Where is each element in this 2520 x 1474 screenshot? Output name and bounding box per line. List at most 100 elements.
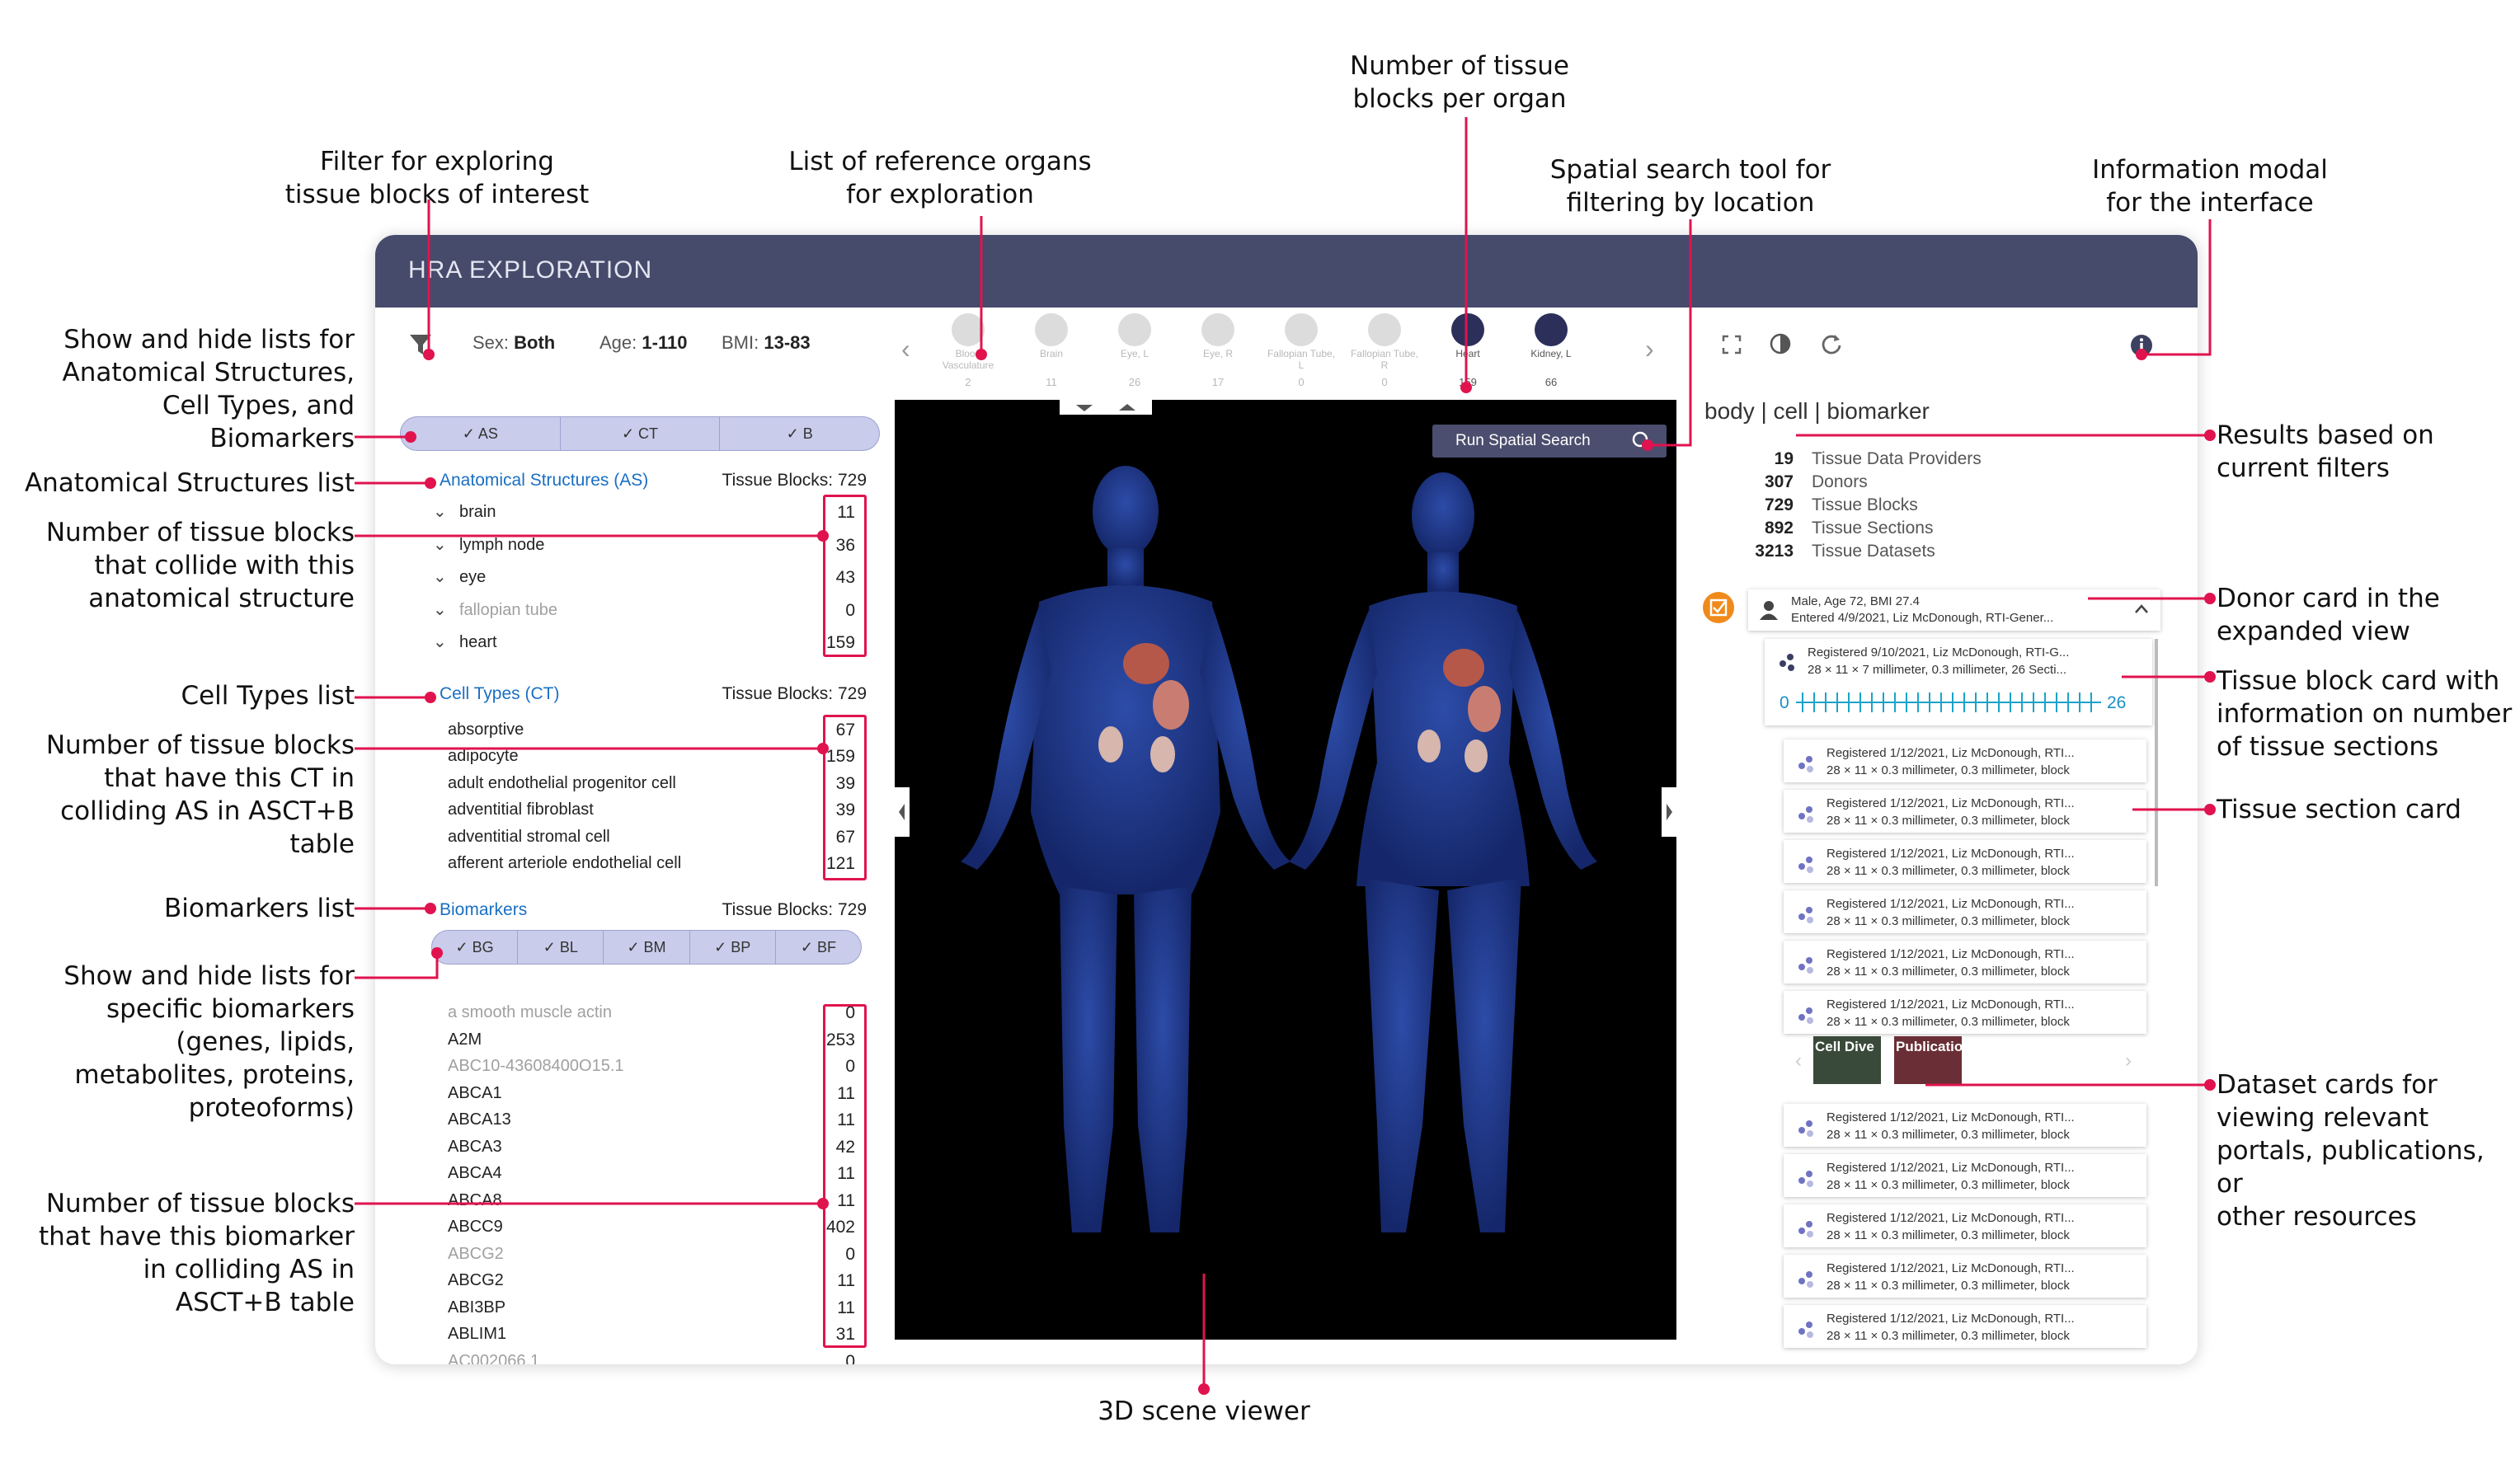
toggle-bl[interactable]: ✓ BL <box>518 931 604 964</box>
tissue-section-card[interactable]: Registered 1/12/2021, Liz McDonough, RTI… <box>1784 1104 2146 1147</box>
ct-item[interactable]: adventitial stromal cell <box>448 828 610 847</box>
expand-chevron-icon[interactable]: ⌄ <box>433 534 447 555</box>
organ-0[interactable]: Blood Vasculature 2 <box>931 313 1005 388</box>
toggle-bg[interactable]: ✓ BG <box>432 931 519 964</box>
tissue-section-card[interactable]: Registered 1/12/2021, Liz McDonough, RTI… <box>1784 739 2146 782</box>
tissue-section-card[interactable]: Registered 1/12/2021, Liz McDonough, RTI… <box>1784 890 2146 933</box>
tissue-section-icon <box>1798 1006 1817 1024</box>
donor-select-checkbox[interactable] <box>1703 592 1734 623</box>
expand-chevron-icon[interactable]: ⌄ <box>433 631 447 652</box>
run-spatial-search-button[interactable]: Run Spatial Search <box>1432 425 1667 458</box>
toggle-bm[interactable]: ✓ BM <box>604 931 690 964</box>
tissue-block-card[interactable]: Registered 9/10/2021, Liz McDonough, RTI… <box>1765 639 2152 725</box>
ct-item[interactable]: afferent arteriole endothelial cell <box>448 854 681 873</box>
section-registration: Registered 1/12/2021, Liz McDonough, RTI… <box>1827 897 2075 911</box>
results-scrollbar[interactable] <box>2155 639 2158 886</box>
tissue-section-card[interactable]: Registered 1/12/2021, Liz McDonough, RTI… <box>1784 941 2146 983</box>
tissue-section-card[interactable]: Registered 1/12/2021, Liz McDonough, RTI… <box>1784 1255 2146 1298</box>
bmi-filter[interactable]: BMI: 13-83 <box>722 332 811 354</box>
ct-item[interactable]: adult endothelial progenitor cell <box>448 774 676 793</box>
as-item[interactable]: fallopian tube <box>459 601 557 620</box>
age-filter[interactable]: Age: 1-110 <box>599 332 687 354</box>
toggle-as[interactable]: ✓ AS <box>401 417 561 450</box>
bm-count-highlight <box>823 1004 867 1348</box>
info-icon[interactable] <box>2130 334 2153 357</box>
bm-item[interactable]: AC002066.1 <box>448 1352 539 1365</box>
organ-3[interactable]: Eye, R 17 <box>1181 313 1255 388</box>
bm-item[interactable]: ABCC9 <box>448 1218 503 1237</box>
as-item[interactable]: brain <box>459 503 496 522</box>
expand-chevron-icon[interactable]: ⌄ <box>433 566 447 587</box>
section-registration: Registered 1/12/2021, Liz McDonough, RTI… <box>1827 998 2075 1012</box>
tissue-section-card[interactable]: Registered 1/12/2021, Liz McDonough, RTI… <box>1784 991 2146 1034</box>
tissue-section-card[interactable]: Registered 1/12/2021, Liz McDonough, RTI… <box>1784 1305 2146 1348</box>
toggle-bp[interactable]: ✓ BP <box>690 931 776 964</box>
bm-item[interactable]: A2M <box>448 1030 482 1049</box>
bm-item[interactable]: ABCA13 <box>448 1110 511 1129</box>
organ-1[interactable]: Brain 11 <box>1014 313 1088 388</box>
tissue-section-card[interactable]: Registered 1/12/2021, Liz McDonough, RTI… <box>1784 790 2146 833</box>
dataset-prev-chevron-icon[interactable]: ‹ <box>1795 1049 1802 1073</box>
tissue-section-card[interactable]: Registered 1/12/2021, Liz McDonough, RTI… <box>1784 1204 2146 1247</box>
bm-item[interactable]: ABCG2 <box>448 1245 504 1264</box>
tissue-section-card[interactable]: Registered 1/12/2021, Liz McDonough, RTI… <box>1784 1154 2146 1197</box>
bm-item[interactable]: ABCA4 <box>448 1164 502 1183</box>
organ-4[interactable]: Fallopian Tube, L 0 <box>1264 313 1338 388</box>
organ-2[interactable]: Eye, L 26 <box>1098 313 1172 388</box>
as-section-title[interactable]: Anatomical Structures (AS) <box>440 471 648 491</box>
stat-count: 892 <box>1764 519 1794 537</box>
filter-icon[interactable] <box>408 332 433 357</box>
section-dimensions: 28 × 11 × 0.3 millimeter, 0.3 millimeter… <box>1827 864 2070 878</box>
tissue-section-icon <box>1798 805 1817 823</box>
annotation-tissue-block: Tissue block card with information on nu… <box>2217 666 2513 762</box>
organ-5[interactable]: Fallopian Tube, R 0 <box>1347 313 1422 388</box>
ct-item[interactable]: adventitial fibroblast <box>448 800 594 819</box>
biomarker-type-toggle[interactable]: ✓ BG ✓ BL ✓ BM ✓ BP ✓ BF <box>431 930 862 965</box>
theme-toggle-icon[interactable] <box>1769 332 1792 355</box>
bm-item[interactable]: ABCA8 <box>448 1191 502 1210</box>
as-item[interactable]: eye <box>459 568 486 587</box>
dataset-card-publication[interactable]: Publication <box>1894 1036 1972 1084</box>
bm-item[interactable]: ABI3BP <box>448 1298 505 1317</box>
organ-block-count: 66 <box>1544 376 1558 388</box>
results-tabs[interactable]: body | cell | biomarker <box>1704 398 1930 425</box>
bm-item-count: 0 <box>845 1351 855 1365</box>
bm-section-title[interactable]: Biomarkers <box>440 900 527 920</box>
collapse-chevron-icon[interactable] <box>2134 603 2149 614</box>
ct-section-title[interactable]: Cell Types (CT) <box>440 684 559 704</box>
toggle-bf[interactable]: ✓ BF <box>776 931 861 964</box>
donor-card[interactable]: Male, Age 72, BMI 27.4 Entered 4/9/2021,… <box>1748 589 2160 631</box>
as-item[interactable]: lymph node <box>459 536 544 555</box>
bm-item[interactable]: ABCA1 <box>448 1084 502 1103</box>
dataset-card-cell-dive[interactable]: Cell Dive <box>1813 1036 1881 1084</box>
bm-item[interactable]: ABC10-43608400O15.1 <box>448 1057 624 1076</box>
bm-item[interactable]: ABCA3 <box>448 1138 502 1157</box>
scene-viewer[interactable] <box>895 400 1676 1340</box>
organ-6[interactable]: Heart 159 <box>1431 313 1505 388</box>
bm-item[interactable]: a smooth muscle actin <box>448 1003 612 1022</box>
ct-item[interactable]: adipocyte <box>448 747 519 766</box>
reset-icon[interactable] <box>1820 332 1843 355</box>
section-registration: Registered 1/12/2021, Liz McDonough, RTI… <box>1827 1110 2075 1124</box>
expand-chevron-icon[interactable]: ⌄ <box>433 501 447 522</box>
organ-7[interactable]: Kidney, L 66 <box>1514 313 1588 388</box>
sex-filter[interactable]: Sex: Both <box>472 332 555 354</box>
toggle-b[interactable]: ✓ B <box>720 417 879 450</box>
organs-next-chevron-icon[interactable]: › <box>1645 334 1654 364</box>
organ-icon <box>1535 313 1568 346</box>
bm-item[interactable]: ABCG2 <box>448 1271 504 1290</box>
expand-chevron-icon[interactable]: ⌄ <box>433 599 447 620</box>
fullscreen-icon[interactable] <box>1721 334 1742 355</box>
as-item[interactable]: heart <box>459 633 497 652</box>
stat-label: Tissue Datasets <box>1812 542 1935 561</box>
annotation-dataset-cards: Dataset cards for viewing relevant porta… <box>2217 1070 2485 1232</box>
tissue-section-card[interactable]: Registered 1/12/2021, Liz McDonough, RTI… <box>1784 840 2146 883</box>
section-timeline[interactable] <box>1796 690 2101 715</box>
toggle-ct[interactable]: ✓ CT <box>561 417 721 450</box>
dataset-next-chevron-icon[interactable]: › <box>2125 1049 2132 1073</box>
organs-prev-chevron-icon[interactable]: ‹ <box>901 334 910 364</box>
male-body-model <box>961 466 1291 1232</box>
bm-item[interactable]: ABLIM1 <box>448 1325 506 1344</box>
ct-item[interactable]: absorptive <box>448 721 524 739</box>
as-ct-b-toggle[interactable]: ✓ AS ✓ CT ✓ B <box>400 416 880 451</box>
